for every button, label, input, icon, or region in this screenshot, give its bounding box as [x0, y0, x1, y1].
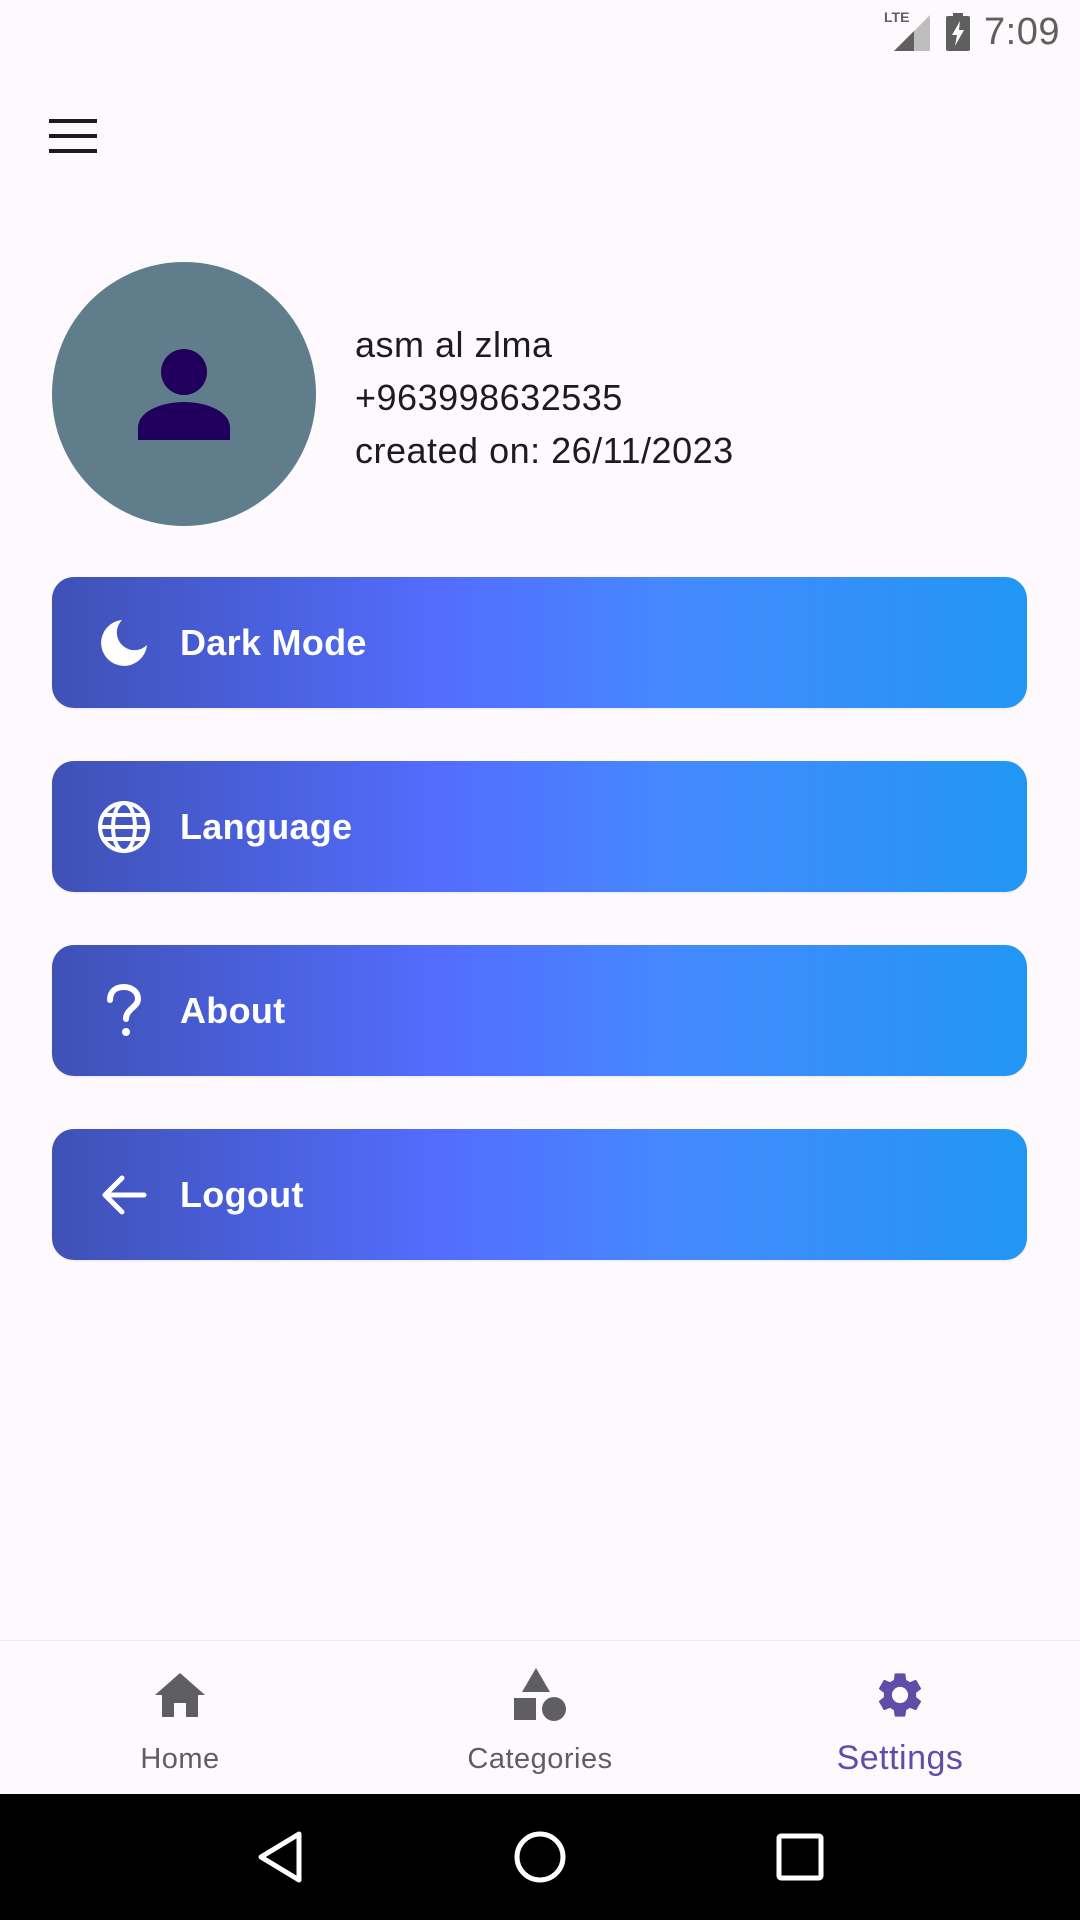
avatar [52, 262, 316, 526]
arrow-left-icon [96, 1167, 152, 1223]
back-button[interactable] [245, 1822, 315, 1892]
home-icon [150, 1665, 210, 1725]
back-triangle-icon [258, 1831, 302, 1883]
dark-mode-button[interactable]: Dark Mode [52, 577, 1027, 708]
question-icon [96, 983, 152, 1039]
profile-name: asm al zlma [355, 324, 553, 365]
nav-home-label: Home [140, 1743, 220, 1775]
moon-icon [96, 615, 152, 671]
profile-created-date: created on: 26/11/2023 [355, 430, 734, 471]
nav-categories[interactable]: Categories [360, 1641, 720, 1794]
home-circle-icon [514, 1831, 566, 1883]
signal-icon: LTE [884, 9, 932, 53]
globe-icon [96, 799, 152, 855]
clock: 7:09 [984, 10, 1060, 53]
profile-info: asm al zlma +963998632535 created on: 26… [355, 318, 734, 477]
recents-button[interactable] [765, 1822, 835, 1892]
dark-mode-label: Dark Mode [180, 621, 367, 663]
profile-phone: +963998632535 [355, 377, 623, 418]
settings-screen: LTE 7:09 asm al zlma +963998632535 creat… [0, 0, 1080, 1920]
home-system-button[interactable] [505, 1822, 575, 1892]
logout-label: Logout [180, 1173, 304, 1215]
battery-charging-icon [946, 13, 971, 51]
person-icon [138, 349, 230, 440]
nav-settings[interactable]: Settings [720, 1641, 1080, 1794]
nav-settings-label: Settings [836, 1739, 964, 1777]
menu-icon [49, 119, 97, 153]
language-button[interactable]: Language [52, 761, 1027, 892]
nav-categories-label: Categories [467, 1743, 613, 1775]
settings-menu: Dark Mode Language About Logout [52, 577, 1027, 1313]
status-bar: LTE 7:09 [0, 0, 1080, 64]
nav-home[interactable]: Home [0, 1641, 360, 1794]
settings-icon [870, 1665, 930, 1725]
about-label: About [180, 989, 286, 1031]
shapes-icon [510, 1665, 570, 1725]
logout-button[interactable]: Logout [52, 1129, 1027, 1260]
hamburger-menu-button[interactable] [36, 106, 110, 166]
bottom-navigation: Home Categories Settings [0, 1640, 1080, 1794]
language-label: Language [180, 805, 353, 847]
recents-square-icon [776, 1833, 824, 1881]
about-button[interactable]: About [52, 945, 1027, 1076]
system-navigation-bar [0, 1794, 1080, 1920]
